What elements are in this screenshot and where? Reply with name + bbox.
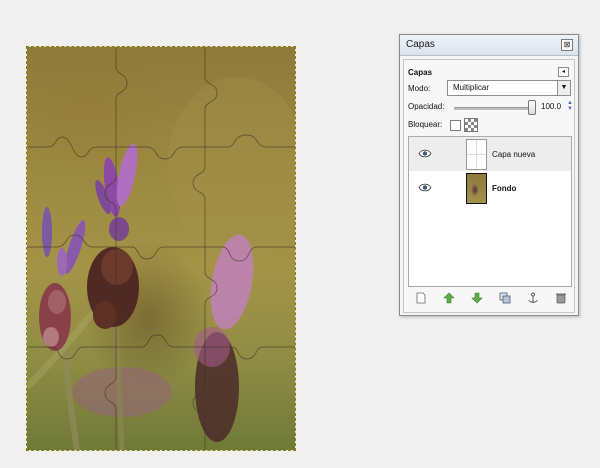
opacity-label: Opacidad: <box>408 102 445 111</box>
duplicate-layer-icon[interactable] <box>498 292 512 304</box>
layer-row[interactable]: Fondo <box>409 171 571 205</box>
mode-value: Multiplicar <box>453 83 490 92</box>
layer-list: Capa nueva Fondo <box>408 136 572 287</box>
lower-layer-icon[interactable] <box>470 292 484 304</box>
photo-content <box>27 47 295 450</box>
layer-name[interactable]: Fondo <box>492 184 516 193</box>
layer-name[interactable]: Capa nueva <box>492 150 535 159</box>
layer-row[interactable]: Capa nueva <box>409 137 571 171</box>
layer-thumbnail[interactable] <box>466 139 487 170</box>
opacity-value[interactable]: 100.0 <box>541 102 561 111</box>
new-layer-icon[interactable] <box>414 292 428 304</box>
dialog-title: Capas <box>406 39 435 50</box>
eye-icon[interactable] <box>418 149 432 158</box>
panel-menu-icon[interactable]: ◂ <box>558 67 569 77</box>
opacity-slider[interactable] <box>454 107 534 110</box>
lock-label: Bloquear: <box>408 120 443 129</box>
anchor-layer-icon[interactable] <box>526 292 540 304</box>
mode-label: Modo: <box>408 84 431 93</box>
close-icon[interactable]: ⊠ <box>561 39 573 51</box>
layers-dialog: Capas ⊠ Capas ◂ Modo: Multiplicar ▼ Opac… <box>399 34 579 316</box>
raise-layer-icon[interactable] <box>442 292 456 304</box>
lock-alpha-icon[interactable] <box>464 118 478 132</box>
layer-thumbnail[interactable] <box>466 173 487 204</box>
chevron-down-icon[interactable]: ▼ <box>557 81 570 95</box>
mode-select[interactable]: Multiplicar ▼ <box>447 80 571 96</box>
layers-toolbar <box>408 290 570 306</box>
panel-section-label: Capas <box>408 68 433 77</box>
spinner-arrows-icon[interactable]: ▲ ▼ <box>567 100 573 112</box>
canvas-image[interactable] <box>27 47 295 450</box>
dialog-titlebar[interactable]: Capas ⊠ <box>400 35 578 56</box>
layers-panel: Capas ◂ Modo: Multiplicar ▼ Opacidad: 10… <box>403 59 575 313</box>
lock-pixels-checkbox[interactable] <box>450 120 461 131</box>
eye-icon[interactable] <box>418 183 432 192</box>
opacity-slider-handle[interactable] <box>528 100 536 115</box>
delete-layer-icon[interactable] <box>554 292 568 304</box>
